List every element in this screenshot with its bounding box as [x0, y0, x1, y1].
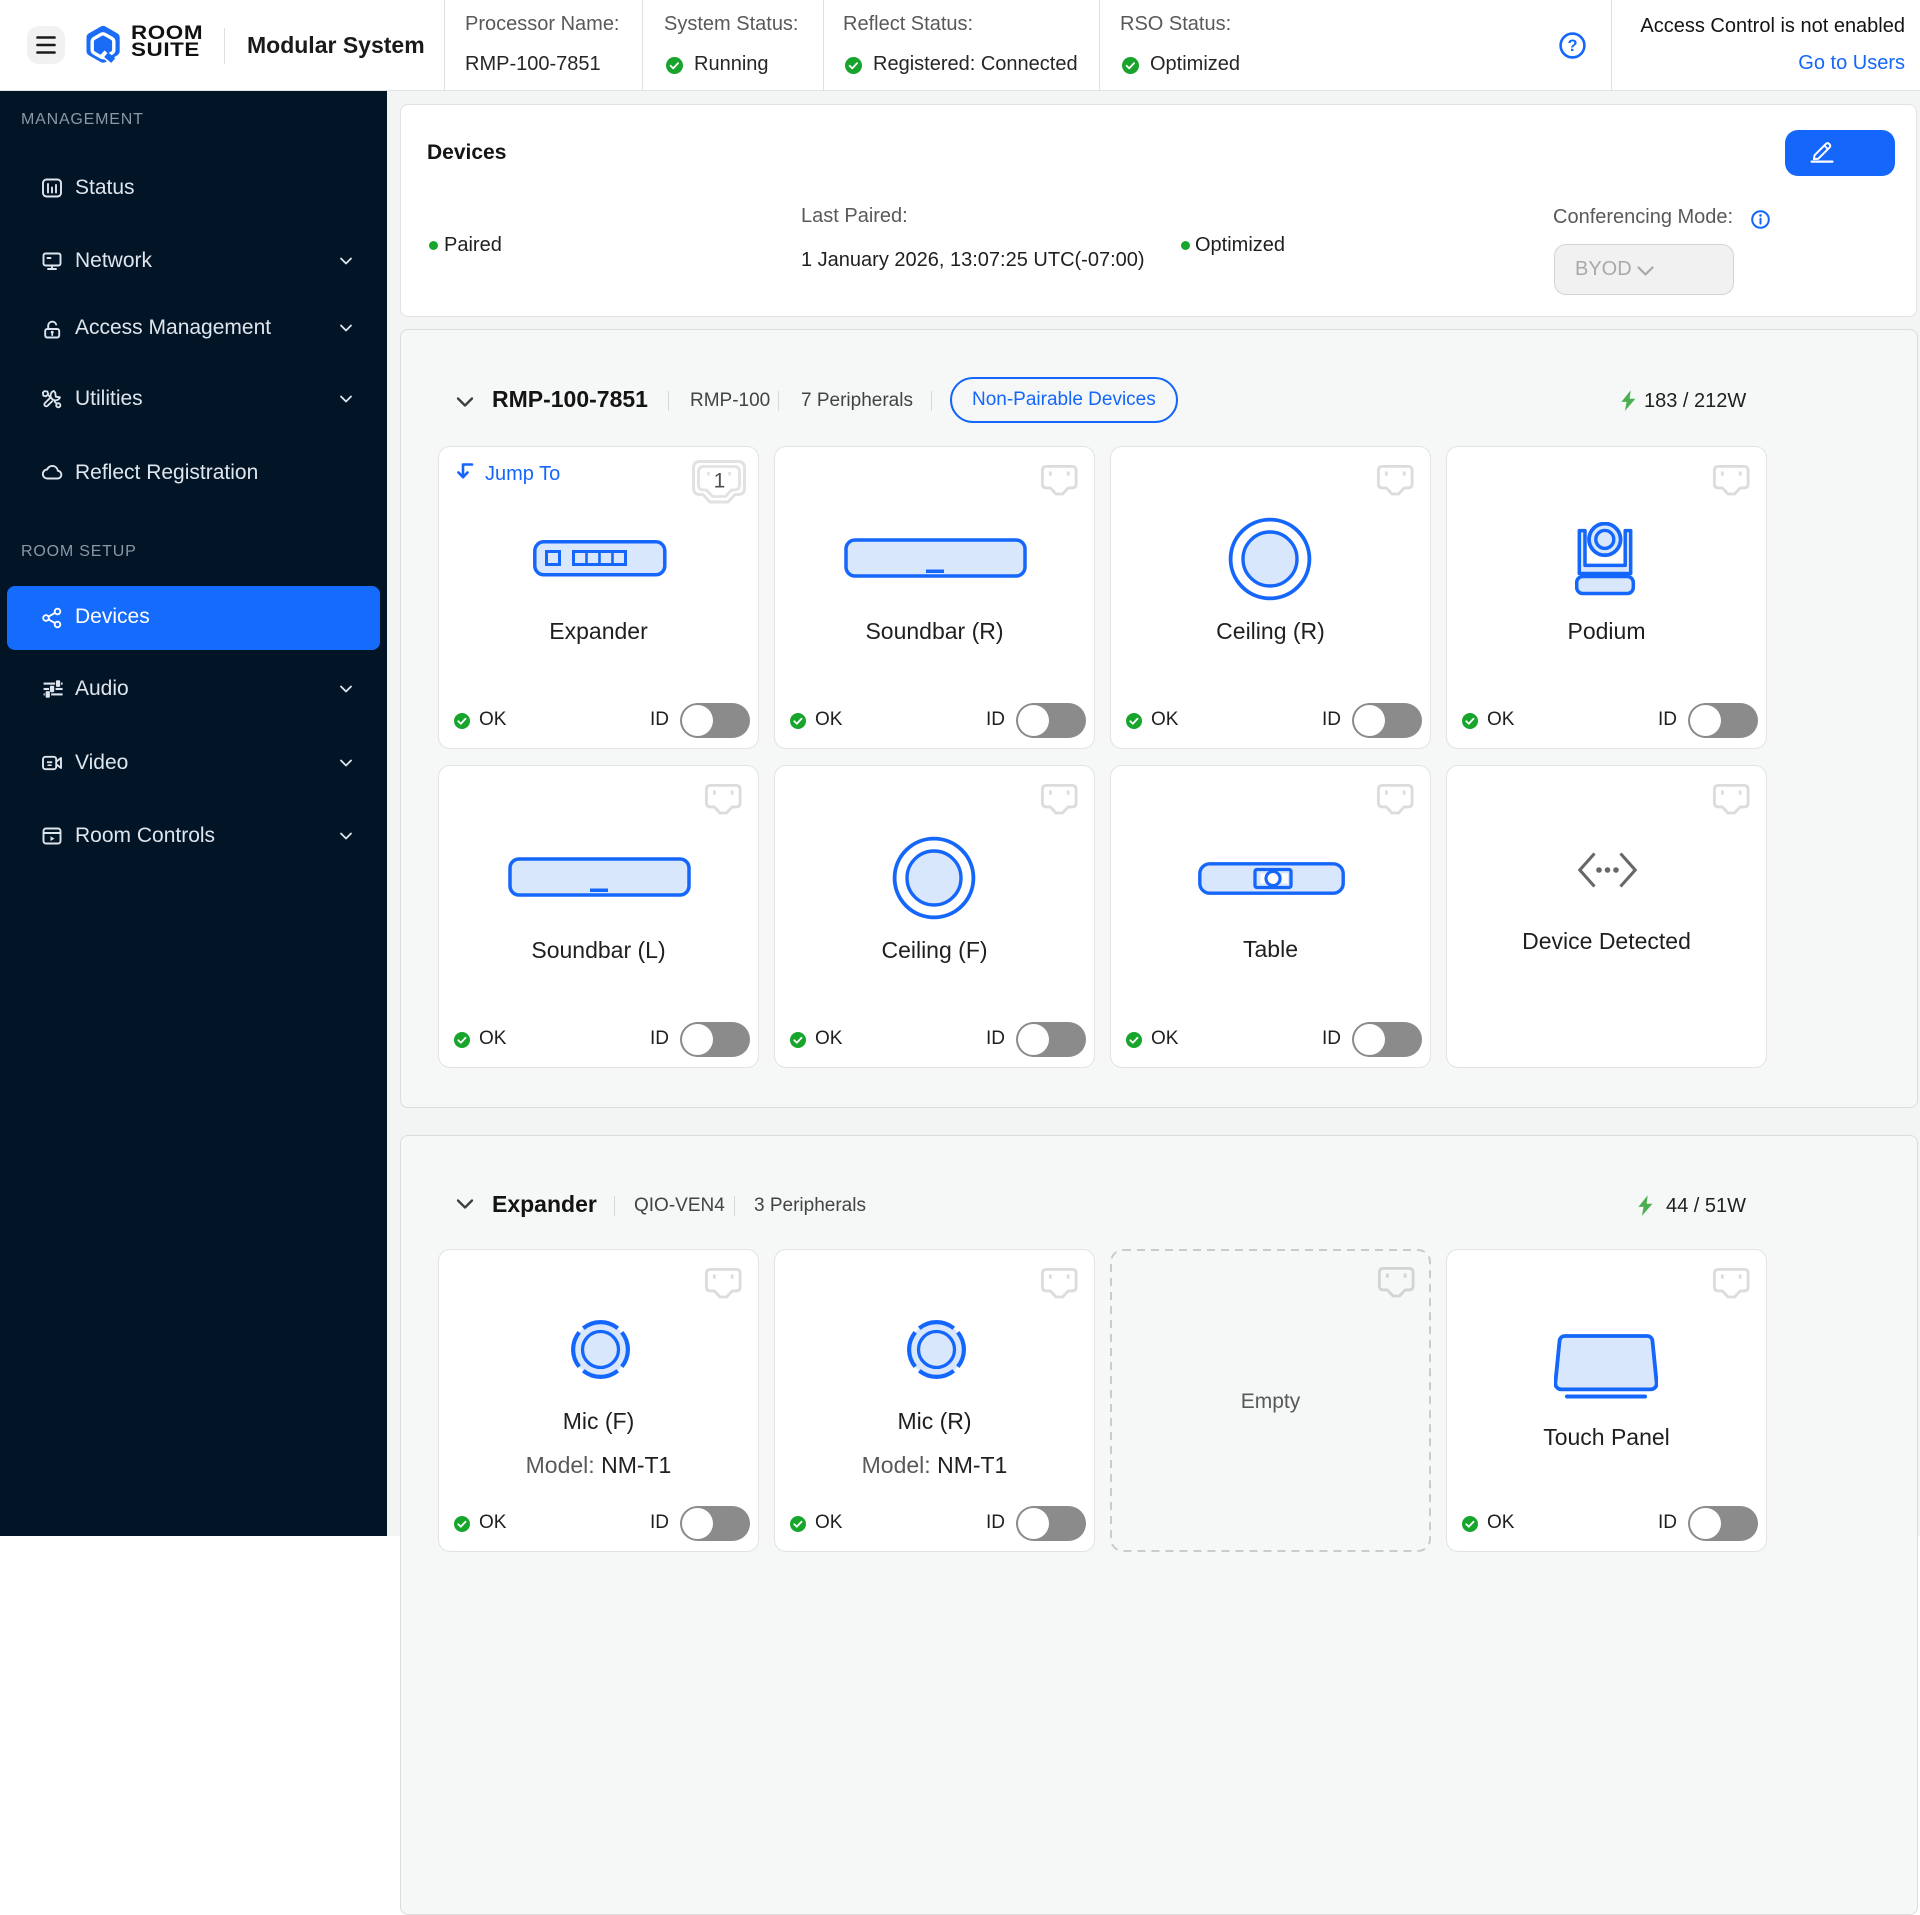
svg-text:?: ? [1567, 37, 1577, 55]
svg-text:1: 1 [714, 470, 726, 493]
